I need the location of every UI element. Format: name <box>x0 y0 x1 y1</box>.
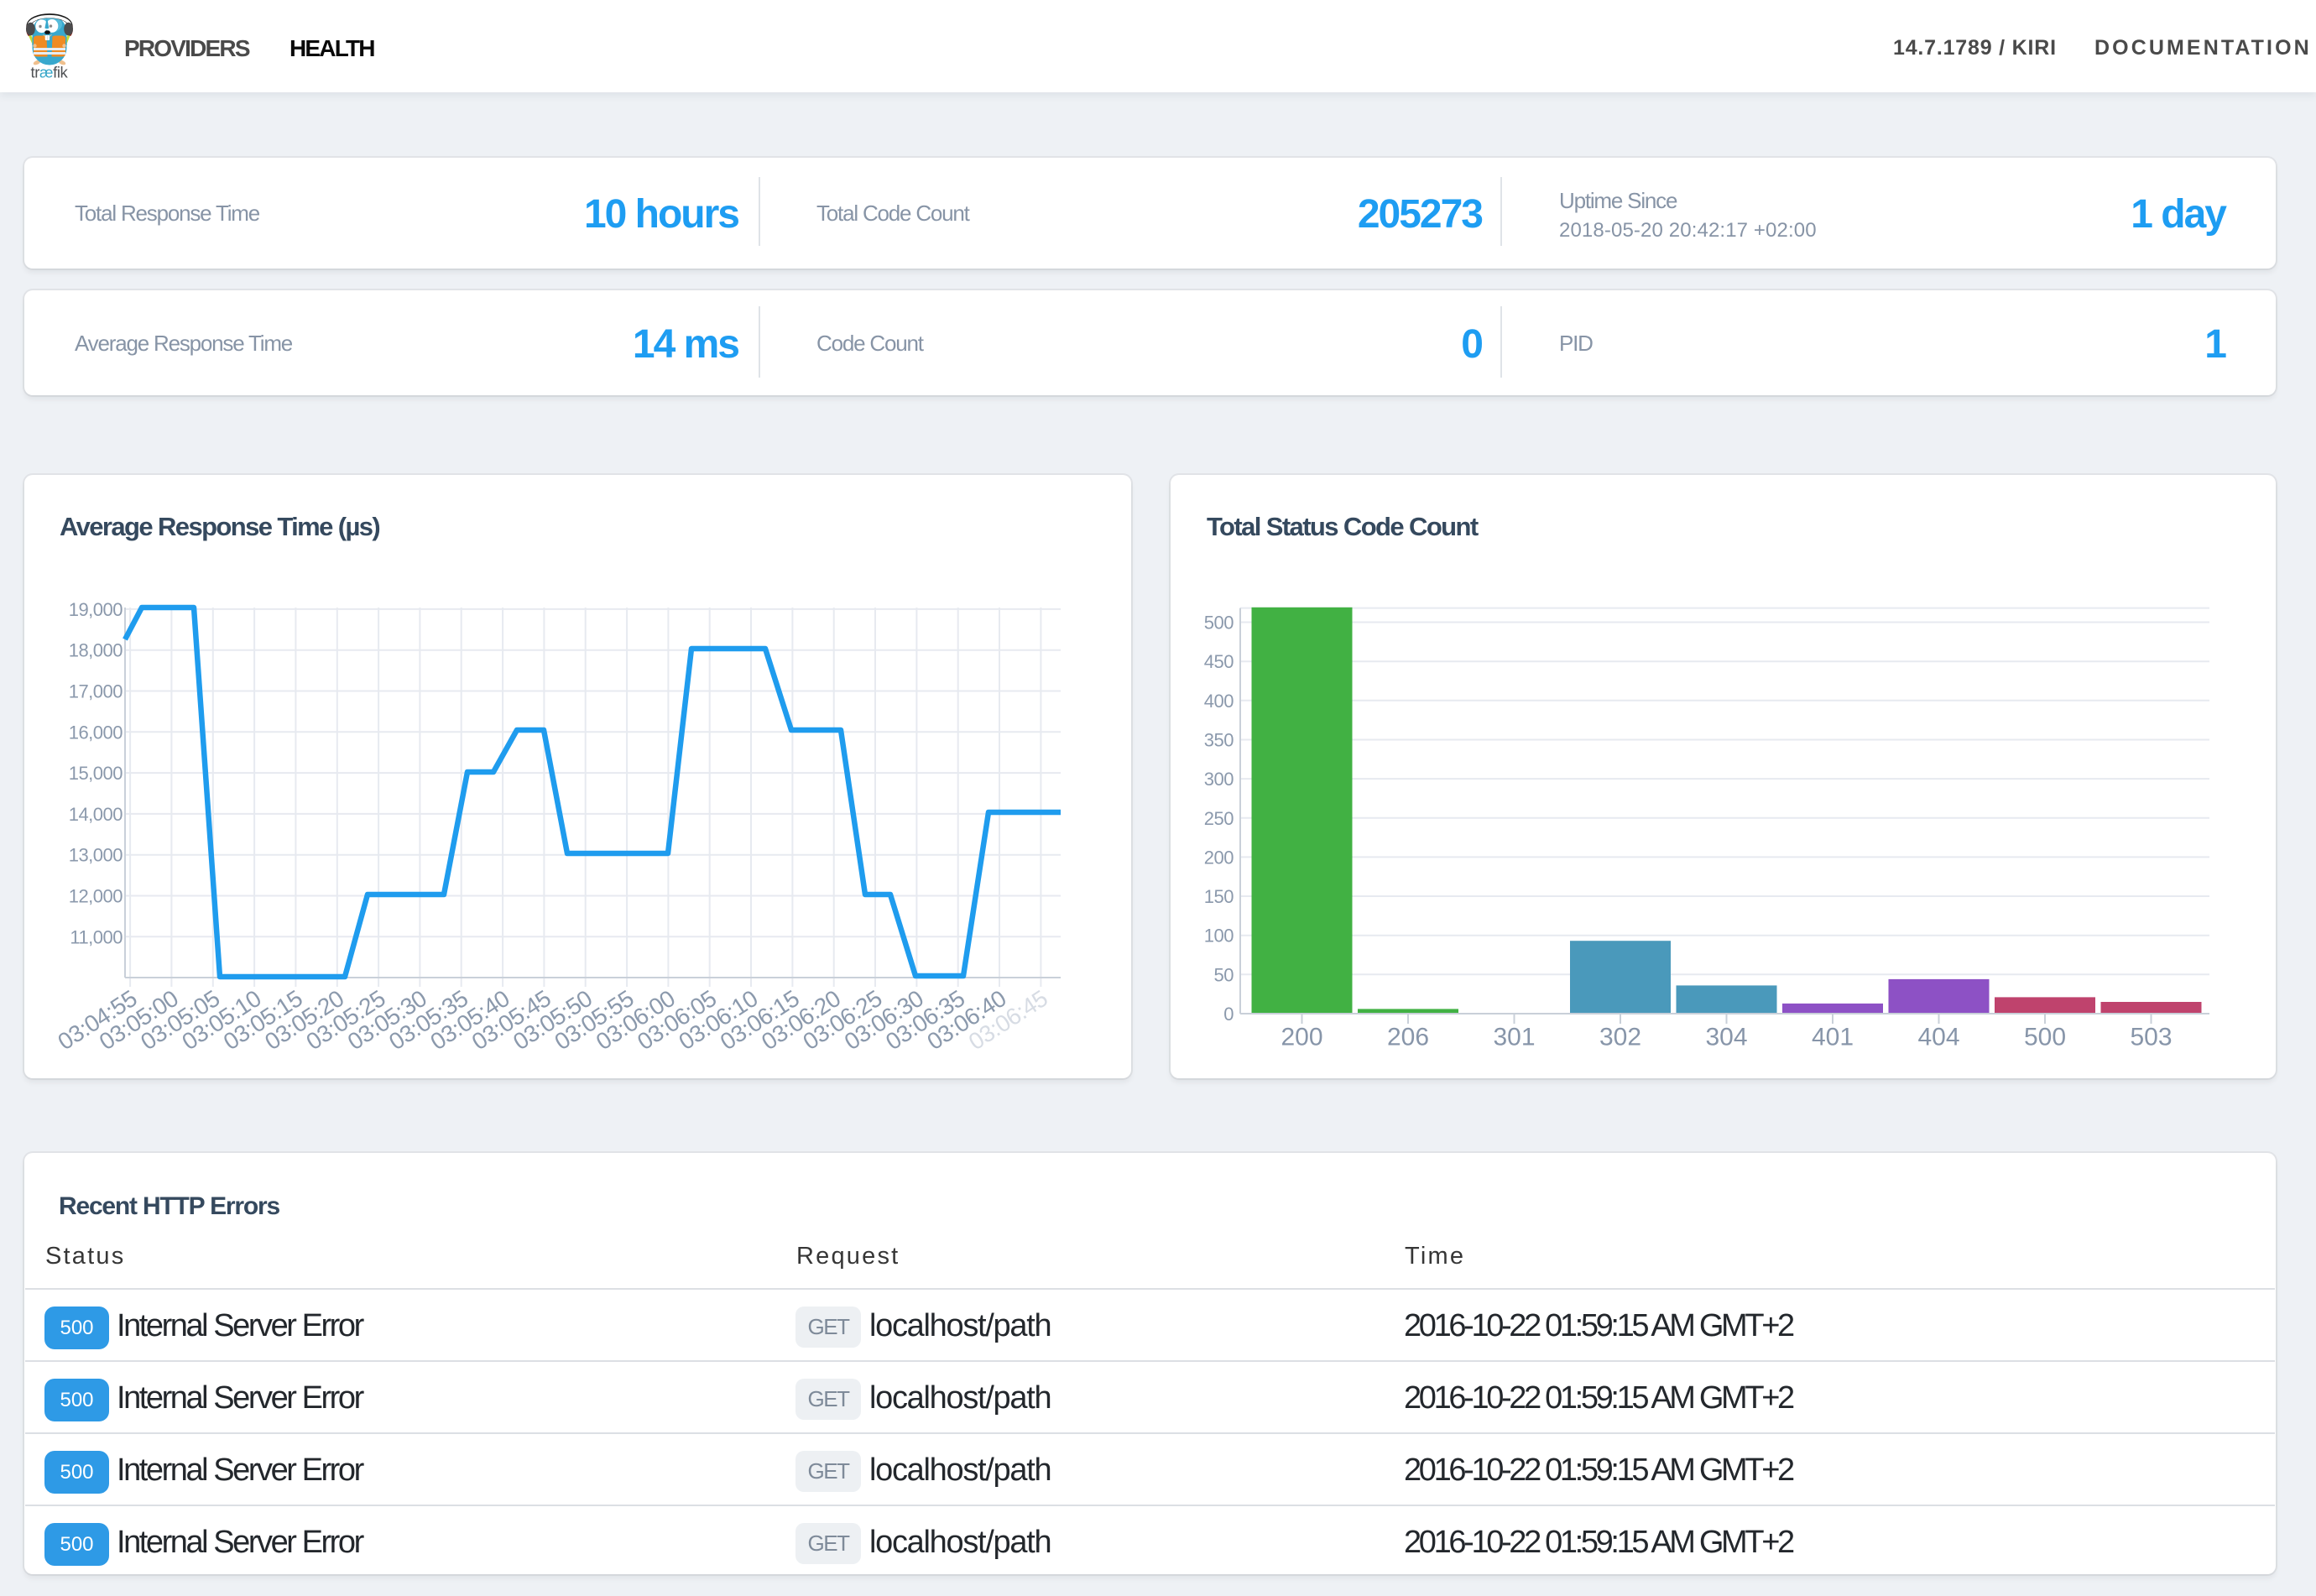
svg-text:300: 300 <box>1204 769 1234 790</box>
svg-text:401: 401 <box>1812 1024 1854 1051</box>
svg-text:17,000: 17,000 <box>69 681 123 702</box>
svg-text:100: 100 <box>1204 926 1234 947</box>
svg-text:304: 304 <box>1705 1024 1747 1051</box>
svg-text:12,000: 12,000 <box>69 886 123 907</box>
svg-text:200: 200 <box>1281 1024 1322 1051</box>
svg-text:18,000: 18,000 <box>69 640 123 661</box>
svg-text:206: 206 <box>1387 1024 1429 1051</box>
svg-text:500: 500 <box>2024 1024 2066 1051</box>
svg-text:302: 302 <box>1599 1024 1641 1051</box>
svg-text:404: 404 <box>1917 1024 1959 1051</box>
svg-text:15,000: 15,000 <box>69 763 123 784</box>
svg-text:450: 450 <box>1204 651 1234 672</box>
svg-text:50: 50 <box>1214 964 1234 985</box>
svg-text:0: 0 <box>1223 1004 1234 1025</box>
svg-text:150: 150 <box>1204 886 1234 907</box>
svg-text:500: 500 <box>1204 613 1234 634</box>
svg-text:11,000: 11,000 <box>70 926 123 947</box>
svg-text:16,000: 16,000 <box>69 722 123 743</box>
svg-text:301: 301 <box>1493 1024 1535 1051</box>
svg-text:250: 250 <box>1204 808 1234 829</box>
svg-text:350: 350 <box>1204 730 1234 751</box>
svg-text:503: 503 <box>2130 1024 2172 1051</box>
svg-text:14,000: 14,000 <box>69 804 123 825</box>
svg-text:træfik: træfik <box>31 64 69 81</box>
svg-text:400: 400 <box>1204 691 1234 712</box>
svg-text:200: 200 <box>1204 847 1234 868</box>
svg-text:13,000: 13,000 <box>69 845 123 866</box>
svg-text:19,000: 19,000 <box>69 599 123 620</box>
